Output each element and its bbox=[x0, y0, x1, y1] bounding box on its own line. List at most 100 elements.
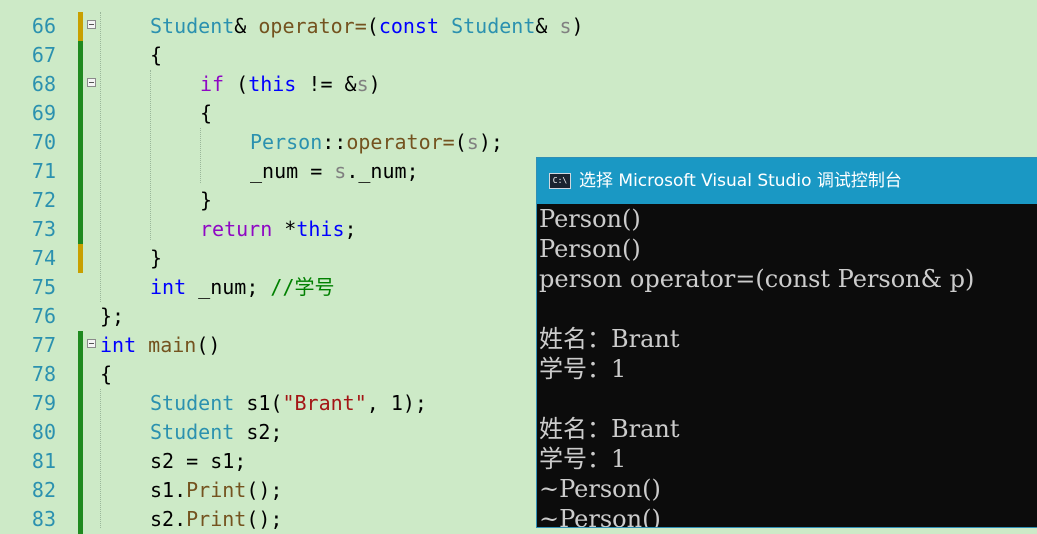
console-line: Person() bbox=[539, 205, 641, 233]
line-number: 82 bbox=[31, 478, 56, 502]
code-token: int bbox=[100, 333, 137, 357]
collapse-icon[interactable] bbox=[87, 78, 96, 87]
change-tracking-bar bbox=[78, 389, 83, 418]
code-token: s2. bbox=[150, 507, 187, 531]
code-token: ; bbox=[344, 217, 357, 241]
console-line: Person() bbox=[539, 235, 641, 263]
code-token: _num; bbox=[186, 275, 271, 299]
change-tracking-bar bbox=[78, 157, 83, 186]
console-output[interactable]: Person() Person() person operator=(const P… bbox=[537, 204, 1037, 528]
code-line[interactable]: 68 if (this != &s) bbox=[0, 70, 1037, 99]
change-tracking-bar bbox=[78, 244, 83, 273]
code-text[interactable]: }; bbox=[100, 302, 124, 331]
line-number: 70 bbox=[31, 130, 56, 154]
code-text[interactable]: int main() bbox=[100, 331, 220, 360]
change-tracking-bar bbox=[78, 70, 83, 99]
code-token: return bbox=[200, 217, 273, 241]
line-number: 83 bbox=[31, 507, 56, 531]
code-token: Print bbox=[186, 478, 247, 502]
code-token: (); bbox=[246, 507, 283, 531]
code-token: & bbox=[535, 14, 560, 38]
code-token: Print bbox=[186, 507, 247, 531]
code-line[interactable]: 66 Student& operator=(const Student& s) bbox=[0, 12, 1037, 41]
indent-guide bbox=[100, 12, 101, 302]
indent-guide bbox=[150, 70, 151, 240]
code-text[interactable]: _num = s._num; bbox=[250, 157, 419, 186]
change-tracking-bar bbox=[78, 128, 83, 157]
code-token: s bbox=[466, 130, 479, 154]
line-number: 68 bbox=[31, 72, 56, 96]
code-token: != & bbox=[296, 72, 357, 96]
code-token: } bbox=[150, 246, 163, 270]
console-line: ~Person() bbox=[539, 505, 661, 528]
code-token: main bbox=[148, 333, 197, 357]
code-line[interactable]: 70 Person::operator=(s); bbox=[0, 128, 1037, 157]
code-text[interactable]: s2.Print(); bbox=[150, 505, 282, 534]
console-title: 选择 Microsoft Visual Studio 调试控制台 bbox=[579, 171, 902, 191]
code-text[interactable]: s1.Print(); bbox=[150, 476, 282, 505]
console-app-icon: C:\ bbox=[549, 173, 571, 189]
code-token: ) bbox=[368, 72, 381, 96]
debug-console-window[interactable]: C:\ 选择 Microsoft Visual Studio 调试控制台 Per… bbox=[536, 157, 1037, 528]
code-text[interactable]: { bbox=[100, 360, 112, 389]
code-text[interactable]: { bbox=[150, 41, 162, 70]
line-number: 81 bbox=[31, 449, 56, 473]
code-text[interactable]: Student s2; bbox=[150, 418, 282, 447]
code-token: int bbox=[150, 275, 187, 299]
indent-guide bbox=[200, 128, 201, 183]
collapse-icon[interactable] bbox=[87, 339, 96, 348]
line-number: 72 bbox=[31, 188, 56, 212]
code-text[interactable]: } bbox=[150, 244, 162, 273]
line-number: 78 bbox=[31, 362, 56, 386]
console-title-bar[interactable]: C:\ 选择 Microsoft Visual Studio 调试控制台 bbox=[537, 158, 1037, 204]
code-token: { bbox=[200, 101, 213, 125]
code-token: :: bbox=[322, 130, 347, 154]
code-token: ); bbox=[478, 130, 503, 154]
code-token: Student bbox=[451, 14, 536, 38]
code-token: s bbox=[356, 72, 369, 96]
code-token: s1( bbox=[234, 391, 283, 415]
line-number: 67 bbox=[31, 43, 56, 67]
code-token: s2 = s1; bbox=[150, 449, 247, 473]
code-token: ( bbox=[366, 14, 379, 38]
console-line: 学号：1 bbox=[539, 355, 627, 383]
line-number: 71 bbox=[31, 159, 56, 183]
code-token: () bbox=[196, 333, 221, 357]
change-tracking-bar bbox=[78, 476, 83, 505]
line-number: 79 bbox=[31, 391, 56, 415]
code-token: & bbox=[234, 14, 259, 38]
code-token: , 1); bbox=[366, 391, 427, 415]
code-text[interactable]: { bbox=[200, 99, 212, 128]
line-number: 74 bbox=[31, 246, 56, 270]
change-tracking-bar bbox=[78, 447, 83, 476]
code-text[interactable]: } bbox=[200, 186, 212, 215]
code-token: const bbox=[378, 14, 440, 38]
code-text[interactable]: if (this != &s) bbox=[200, 70, 381, 99]
code-token: _num = bbox=[250, 159, 335, 183]
console-line: person operator=(const Person& p) bbox=[539, 265, 975, 293]
code-token: }; bbox=[100, 304, 125, 328]
indent-guide bbox=[100, 389, 101, 528]
code-token: (); bbox=[246, 478, 283, 502]
code-token: ._num; bbox=[346, 159, 419, 183]
code-line[interactable]: 67 { bbox=[0, 41, 1037, 70]
code-text[interactable]: Person::operator=(s); bbox=[250, 128, 503, 157]
collapse-icon[interactable] bbox=[87, 20, 96, 29]
code-token: ( bbox=[224, 72, 249, 96]
code-token: //学号 bbox=[270, 275, 335, 299]
code-text[interactable]: Student& operator=(const Student& s) bbox=[150, 12, 584, 41]
code-text[interactable]: int _num; //学号 bbox=[150, 273, 335, 302]
console-line: 姓名：Brant bbox=[539, 415, 680, 443]
code-token: } bbox=[200, 188, 213, 212]
code-token: { bbox=[100, 362, 113, 386]
change-tracking-bar bbox=[78, 215, 83, 244]
code-text[interactable]: Student s1("Brant", 1); bbox=[150, 389, 427, 418]
change-tracking-bar bbox=[78, 12, 83, 41]
line-number: 75 bbox=[31, 275, 56, 299]
code-text[interactable]: return *this; bbox=[200, 215, 357, 244]
code-token: Person bbox=[250, 130, 323, 154]
code-text[interactable]: s2 = s1; bbox=[150, 447, 246, 476]
code-line[interactable]: 69 { bbox=[0, 99, 1037, 128]
